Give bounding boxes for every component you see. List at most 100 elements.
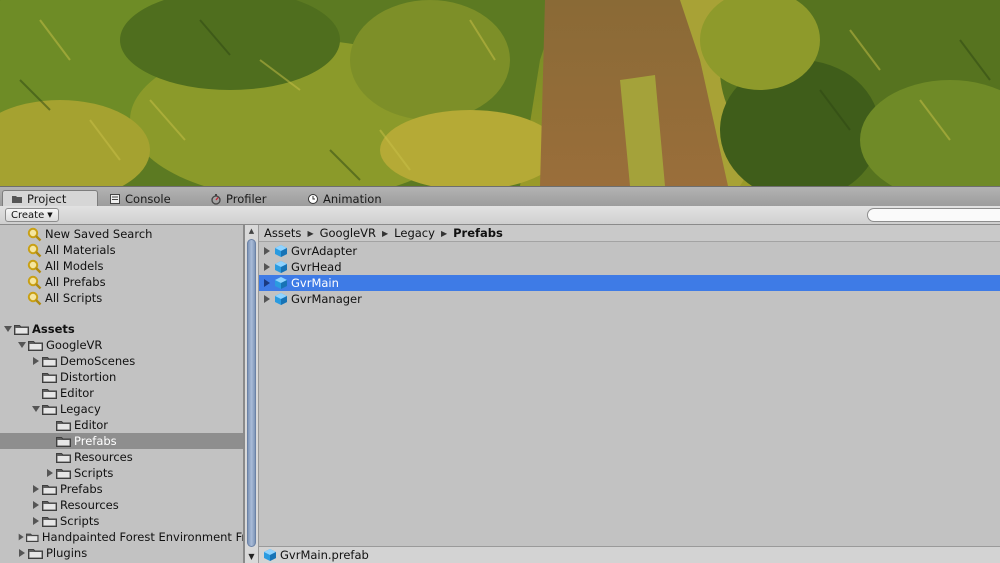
asset-row-gvrmain[interactable]: GvrMain xyxy=(259,275,1000,291)
profiler-icon xyxy=(211,193,221,205)
prefab-cube-icon xyxy=(275,277,287,289)
saved-search-icon xyxy=(27,259,42,273)
breadcrumb-item[interactable]: Assets xyxy=(264,226,301,240)
clock-icon xyxy=(308,193,318,204)
collapsed-arrow-icon[interactable] xyxy=(31,356,41,366)
tree-item-legacy-prefabs[interactable]: Prefabs xyxy=(0,433,243,449)
favorite-label: All Models xyxy=(45,259,104,273)
tree-item-label: Assets xyxy=(32,322,75,336)
breadcrumb: Assets ▶ GoogleVR ▶ Legacy ▶ Prefabs xyxy=(259,225,1000,242)
tree-item-prefabs[interactable]: Prefabs xyxy=(0,481,243,497)
folder-icon xyxy=(14,325,29,335)
folder-icon xyxy=(12,196,22,203)
console-icon xyxy=(110,193,120,204)
folder-icon xyxy=(42,373,57,383)
tree-item-label: Resources xyxy=(74,450,133,464)
tab-profiler[interactable]: Profiler xyxy=(202,190,275,207)
folder-icon xyxy=(56,469,71,479)
collapsed-arrow-icon[interactable] xyxy=(45,468,55,478)
tab-console-label: Console xyxy=(125,191,171,206)
search-input[interactable] xyxy=(867,208,1000,222)
collapsed-arrow-icon[interactable] xyxy=(31,484,41,494)
folder-icon xyxy=(26,533,39,543)
tree-item-plugins[interactable]: Plugins xyxy=(0,545,243,561)
breadcrumb-item[interactable]: Legacy xyxy=(394,226,435,240)
tab-console[interactable]: Console xyxy=(101,190,179,207)
collapsed-arrow-icon[interactable] xyxy=(17,532,25,542)
asset-label: GvrMain xyxy=(291,276,339,290)
favorite-label: New Saved Search xyxy=(45,227,153,241)
asset-row-gvrhead[interactable]: GvrHead xyxy=(259,259,1000,275)
expanded-arrow-icon[interactable] xyxy=(31,404,41,414)
tab-profiler-label: Profiler xyxy=(226,191,267,206)
expanded-arrow-icon[interactable] xyxy=(17,340,27,350)
folder-icon xyxy=(42,485,57,495)
favorite-item[interactable]: All Prefabs xyxy=(0,274,243,290)
tree-item-handpainted[interactable]: Handpainted Forest Environment Free xyxy=(0,529,243,545)
create-button-label: Create xyxy=(11,209,45,221)
scroll-up-arrow-icon[interactable]: ▲ xyxy=(245,225,258,237)
tree-item-label: Scripts xyxy=(74,466,114,480)
asset-label: GvrAdapter xyxy=(291,244,358,258)
tree-item-legacy[interactable]: Legacy xyxy=(0,401,243,417)
folder-icon xyxy=(42,389,57,399)
tree-item-label: Plugins xyxy=(46,546,88,560)
prefab-cube-icon xyxy=(275,293,287,305)
asset-row-gvradapter[interactable]: GvrAdapter xyxy=(259,243,1000,259)
tree-item-distortion[interactable]: Distortion xyxy=(0,369,243,385)
folder-icon xyxy=(56,421,71,431)
tree-item-demoscenes[interactable]: DemoScenes xyxy=(0,353,243,369)
asset-row-gvrmanager[interactable]: GvrManager xyxy=(259,291,1000,307)
prefab-cube-icon xyxy=(275,261,287,273)
saved-search-icon xyxy=(27,243,42,257)
collapsed-arrow-icon[interactable] xyxy=(17,548,27,558)
tree-scrollbar[interactable]: ▲ ▼ xyxy=(245,225,259,563)
favorite-item[interactable]: All Scripts xyxy=(0,290,243,306)
breadcrumb-separator-icon: ▶ xyxy=(382,228,389,238)
breadcrumb-current[interactable]: Prefabs xyxy=(453,226,503,240)
collapsed-arrow-icon[interactable] xyxy=(31,500,41,510)
project-tree-pane: New Saved Search All Materials All Model… xyxy=(0,225,243,563)
tree-item-legacy-editor[interactable]: Editor xyxy=(0,417,243,433)
tab-project[interactable]: Project xyxy=(2,190,98,207)
saved-search-icon xyxy=(27,291,42,305)
breadcrumb-separator-icon: ▶ xyxy=(307,228,314,238)
folder-icon xyxy=(42,357,57,367)
tree-item-editor[interactable]: Editor xyxy=(0,385,243,401)
collapsed-arrow-icon[interactable] xyxy=(262,294,272,304)
tree-item-label: Prefabs xyxy=(60,482,103,496)
collapsed-arrow-icon[interactable] xyxy=(262,246,272,256)
scroll-thumb[interactable] xyxy=(247,239,256,547)
breadcrumb-item[interactable]: GoogleVR xyxy=(320,226,376,240)
tab-animation[interactable]: Animation xyxy=(299,190,390,207)
tree-item-legacy-scripts[interactable]: Scripts xyxy=(0,465,243,481)
create-button[interactable]: Create ▼ xyxy=(5,208,59,222)
collapsed-arrow-icon[interactable] xyxy=(262,262,272,272)
tree-item-label: GoogleVR xyxy=(46,338,103,352)
selection-status-bar: GvrMain.prefab xyxy=(259,546,1000,563)
favorite-item[interactable]: All Materials xyxy=(0,242,243,258)
folder-icon xyxy=(56,453,71,463)
tree-item-legacy-resources[interactable]: Resources xyxy=(0,449,243,465)
tree-item-scripts[interactable]: Scripts xyxy=(0,513,243,529)
tree-item-googlevr[interactable]: GoogleVR xyxy=(0,337,243,353)
tree-item-assets[interactable]: Assets xyxy=(0,321,243,337)
scroll-down-arrow-icon[interactable]: ▼ xyxy=(245,551,258,563)
expanded-arrow-icon[interactable] xyxy=(3,324,13,334)
favorite-item[interactable]: New Saved Search xyxy=(0,226,243,242)
scene-view[interactable] xyxy=(0,0,1000,186)
prefab-cube-icon xyxy=(264,549,276,561)
tree-item-resources[interactable]: Resources xyxy=(0,497,243,513)
collapsed-arrow-icon[interactable] xyxy=(262,278,272,288)
saved-search-icon xyxy=(27,275,42,289)
favorite-label: All Materials xyxy=(45,243,116,257)
asset-list-pane: Assets ▶ GoogleVR ▶ Legacy ▶ Prefabs Gvr… xyxy=(259,225,1000,563)
folder-icon xyxy=(56,437,71,447)
selected-file-path: GvrMain.prefab xyxy=(280,548,369,562)
collapsed-arrow-icon[interactable] xyxy=(31,516,41,526)
folder-icon xyxy=(42,517,57,527)
favorite-item[interactable]: All Models xyxy=(0,258,243,274)
tree-item-label: Legacy xyxy=(60,402,101,416)
folder-icon xyxy=(42,501,57,511)
asset-label: GvrManager xyxy=(291,292,362,306)
